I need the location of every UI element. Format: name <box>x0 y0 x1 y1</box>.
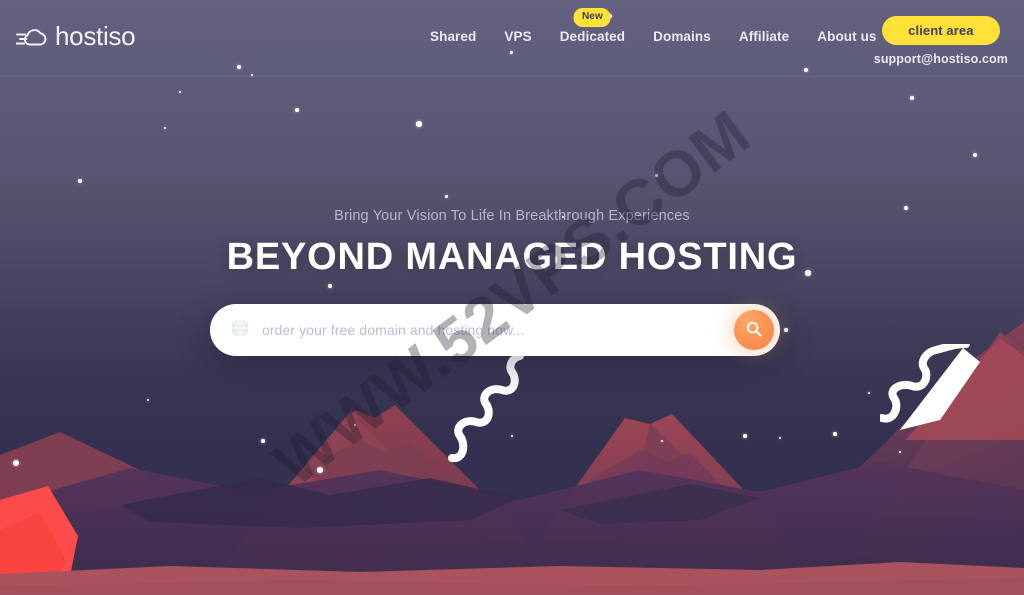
brand-name: hostiso <box>55 21 136 51</box>
star <box>654 173 658 177</box>
main-navigation: Shared VPS New Dedicated Domains Affilia… <box>430 8 877 44</box>
nav-item-about-us[interactable]: About us <box>817 29 876 44</box>
client-area-button[interactable]: client area <box>882 16 1000 45</box>
star <box>416 121 422 127</box>
hero-background-illustration <box>0 0 1024 595</box>
magnifier-icon <box>745 320 763 341</box>
squiggle-trail-right <box>880 344 970 423</box>
star <box>784 328 788 332</box>
nav-item-vps[interactable]: VPS <box>504 29 531 44</box>
nav-item-label: About us <box>817 29 877 44</box>
site-header: hostiso Shared VPS New Dedicated Domains… <box>0 0 1024 77</box>
squiggle-trail-center <box>448 352 524 463</box>
nav-item-shared[interactable]: Shared <box>430 29 476 44</box>
cloud-speed-icon <box>16 26 50 48</box>
star <box>295 108 299 112</box>
globe-icon <box>230 318 250 343</box>
star <box>328 284 332 288</box>
domain-search-input[interactable] <box>250 322 734 338</box>
support-email-link[interactable]: support@hostiso.com <box>874 52 1008 66</box>
nav-item-label: Dedicated <box>559 29 626 44</box>
nav-item-affiliate[interactable]: Affiliate <box>739 29 789 44</box>
star <box>833 432 837 436</box>
search-submit-button[interactable] <box>734 310 774 350</box>
star <box>261 439 265 443</box>
site-logo[interactable]: hostiso <box>16 21 136 52</box>
nav-item-label: VPS <box>504 29 532 44</box>
nav-item-label: Domains <box>653 29 711 44</box>
page-root: hostiso Shared VPS New Dedicated Domains… <box>0 0 1024 595</box>
hero-headline: BEYOND MANAGED HOSTING <box>226 236 798 278</box>
nav-item-label: Affiliate <box>738 29 790 44</box>
hero-section: Bring Your Vision To Life In Breakthroug… <box>0 208 1024 279</box>
star <box>743 434 747 438</box>
star <box>317 467 323 473</box>
star <box>13 460 19 466</box>
nav-item-dedicated[interactable]: New Dedicated <box>559 8 626 44</box>
new-badge: New <box>573 8 611 27</box>
header-actions: client area support@hostiso.com <box>874 16 1008 66</box>
nav-item-label: Shared <box>430 29 477 44</box>
star <box>444 194 448 198</box>
nav-item-domains[interactable]: Domains <box>653 29 711 44</box>
domain-search-bar <box>210 304 780 356</box>
hero-tagline: Bring Your Vision To Life In Breakthroug… <box>334 208 690 224</box>
star <box>78 179 82 183</box>
